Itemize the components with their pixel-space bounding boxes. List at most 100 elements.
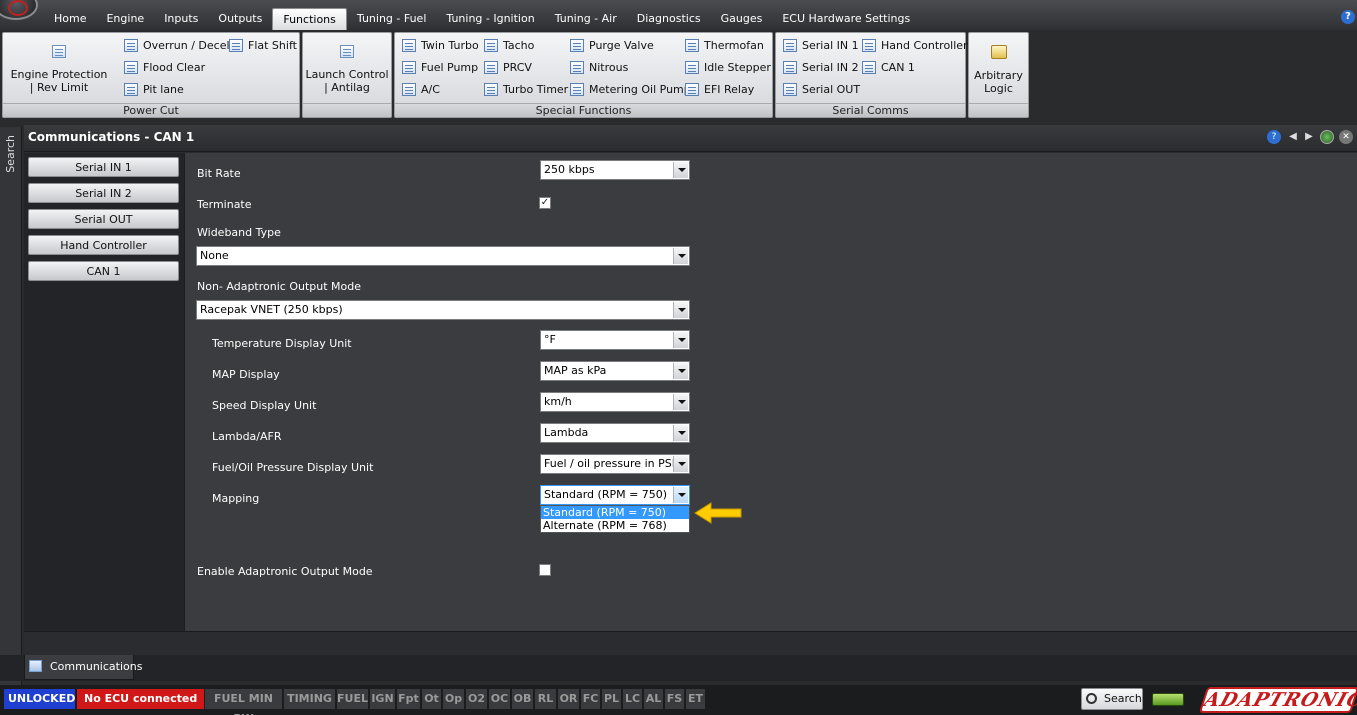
menu-tab-inputs[interactable]: Inputs — [154, 8, 208, 30]
map-display-select[interactable]: MAP as kPa — [540, 361, 690, 381]
search-button[interactable]: Search — [1081, 688, 1143, 710]
can-1-button[interactable]: CAN 1 — [862, 60, 915, 76]
document-icon — [862, 61, 876, 74]
document-icon — [124, 39, 138, 52]
prcv-button[interactable]: PRCV — [484, 60, 532, 76]
nav-can-1[interactable]: CAN 1 — [28, 261, 179, 281]
menu-tab-diagnostics[interactable]: Diagnostics — [627, 8, 711, 30]
help-icon[interactable]: ? — [1341, 10, 1355, 24]
enable-output-checkbox[interactable] — [539, 564, 551, 576]
search-icon — [1086, 693, 1097, 704]
menu-tab-gauges[interactable]: Gauges — [711, 8, 773, 30]
tacho-button[interactable]: Tacho — [484, 38, 534, 54]
temp-unit-label: Temperature Display Unit — [212, 337, 352, 350]
back-arrow-icon[interactable]: ◀ — [1286, 130, 1300, 144]
ribbon-group-launch-control: Launch Control | Antilag — [302, 32, 392, 118]
serial-in-1-button[interactable]: Serial IN 1 — [783, 38, 859, 54]
menu-tab-functions[interactable]: Functions — [272, 8, 347, 30]
thermofan-button[interactable]: Thermofan — [685, 38, 764, 54]
status-indicator: PL — [602, 689, 622, 709]
hand-controller-button[interactable]: Hand Controller — [862, 38, 968, 54]
pressure-unit-select[interactable]: Fuel / oil pressure in PSI — [540, 454, 690, 474]
flood-clear-button[interactable]: Flood Clear — [124, 60, 205, 76]
twin-turbo-button[interactable]: Twin Turbo — [402, 38, 479, 54]
help-icon[interactable]: ? — [1267, 130, 1281, 144]
purge-valve-button[interactable]: Purge Valve — [570, 38, 654, 54]
table-icon — [570, 83, 584, 96]
brand-logo: ADAPTRONIC — [1198, 687, 1357, 713]
menu-tab-engine[interactable]: Engine — [96, 8, 154, 30]
efi-relay-label: EFI Relay — [704, 83, 755, 96]
wideband-type-select[interactable]: None — [196, 246, 690, 266]
ribbon-group-serial-comms: Serial IN 1 Serial IN 2 Serial OUT Hand … — [775, 32, 968, 118]
nav-serial-in-2[interactable]: Serial IN 2 — [28, 183, 179, 203]
nav-hand-controller[interactable]: Hand Controller — [28, 235, 179, 255]
efi-relay-button[interactable]: EFI Relay — [685, 82, 754, 98]
panel-header: Communications - CAN 1 ? ◀ ▶ ✕ — [24, 125, 1357, 152]
lambda-afr-select[interactable]: Lambda — [540, 423, 690, 443]
document-icon — [783, 83, 797, 96]
overrun-decel-button[interactable]: Overrun / Decel — [124, 38, 230, 54]
serial-in-2-label: Serial IN 2 — [802, 61, 859, 74]
mapping-label: Mapping — [212, 492, 260, 505]
status-indicator: LC — [623, 689, 643, 709]
menu-tab-tuning-ignition[interactable]: Tuning - Ignition — [436, 8, 544, 30]
nav-serial-in-1[interactable]: Serial IN 1 — [28, 157, 179, 177]
purge-valve-label: Purge Valve — [589, 39, 654, 52]
menu-tab-tuning-air[interactable]: Tuning - Air — [545, 8, 627, 30]
serial-out-label: Serial OUT — [802, 83, 861, 96]
temp-unit-select[interactable]: °F — [540, 330, 690, 350]
bit-rate-label: Bit Rate — [197, 167, 241, 180]
menu-tab-ecu-hardware-settings[interactable]: ECU Hardware Settings — [772, 8, 920, 30]
document-icon — [402, 61, 416, 74]
nav-serial-out[interactable]: Serial OUT — [28, 209, 179, 229]
nitrous-label: Nitrous — [589, 61, 629, 74]
document-icon — [484, 39, 498, 52]
turbo-timer-button[interactable]: Turbo Timer — [484, 82, 568, 98]
flat-shift-button[interactable]: Flat Shift — [229, 38, 297, 54]
tab-communications-label: Communications — [50, 660, 143, 673]
search-sidebar[interactable]: Search — [0, 127, 22, 685]
fuel-pump-button[interactable]: Fuel Pump — [402, 60, 478, 76]
app-logo-icon[interactable] — [0, 0, 38, 20]
engine-protection-button[interactable]: Engine Protection | Rev Limit — [7, 45, 111, 94]
search-button-label: Search — [1104, 692, 1142, 705]
pit-lane-button[interactable]: Pit lane — [124, 82, 184, 98]
panel-nav: Serial IN 1 Serial IN 2 Serial OUT Hand … — [24, 153, 184, 631]
chevron-down-icon — [673, 162, 688, 178]
forward-arrow-icon[interactable]: ▶ — [1302, 130, 1316, 144]
ac-button[interactable]: A/C — [402, 82, 440, 98]
close-icon[interactable]: ✕ — [1339, 130, 1353, 144]
mapping-option-alternate[interactable]: Alternate (RPM = 768) — [541, 519, 689, 532]
pressure-unit-label: Fuel/Oil Pressure Display Unit — [212, 461, 374, 474]
serial-in-1-label: Serial IN 1 — [802, 39, 859, 52]
serial-in-2-button[interactable]: Serial IN 2 — [783, 60, 859, 76]
pointer-arrow-icon — [694, 502, 742, 524]
document-icon — [685, 39, 699, 52]
output-mode-value: Racepak VNET (250 kbps) — [200, 303, 343, 316]
menu-tab-tuning-fuel[interactable]: Tuning - Fuel — [347, 8, 437, 30]
output-mode-select[interactable]: Racepak VNET (250 kbps) — [196, 300, 690, 320]
launch-control-button[interactable]: Launch Control | Antilag — [305, 45, 389, 94]
metering-oil-pump-button[interactable]: Metering Oil Pump — [570, 82, 691, 98]
serial-out-button[interactable]: Serial OUT — [783, 82, 860, 98]
arbitrary-logic-button[interactable]: Arbitrary Logic — [971, 45, 1026, 95]
gauge-icon[interactable] — [1320, 130, 1334, 144]
menu-tab-outputs[interactable]: Outputs — [208, 8, 272, 30]
tacho-label: Tacho — [503, 39, 535, 52]
settings-content: Bit Rate 250 kbps Terminate ✓ Wideband T… — [184, 153, 1357, 631]
app-window: Home Engine Inputs Outputs Functions Tuning -… — [0, 0, 1357, 715]
nitrous-button[interactable]: Nitrous — [570, 60, 628, 76]
chevron-down-icon — [673, 332, 688, 348]
tab-communications[interactable]: Communications — [24, 655, 142, 680]
terminate-checkbox[interactable]: ✓ — [539, 197, 551, 209]
mapping-option-standard[interactable]: Standard (RPM = 750) — [541, 506, 689, 519]
menu-tab-home[interactable]: Home — [44, 8, 96, 30]
idle-stepper-button[interactable]: Idle Stepper — [685, 60, 771, 76]
speed-unit-select[interactable]: km/h — [540, 392, 690, 412]
document-icon — [340, 45, 354, 58]
document-tab-strip: Communications — [0, 655, 1357, 681]
bit-rate-select[interactable]: 250 kbps — [540, 160, 690, 180]
map-display-value: MAP as kPa — [544, 364, 607, 377]
mapping-select[interactable]: Standard (RPM = 750) — [540, 485, 690, 505]
